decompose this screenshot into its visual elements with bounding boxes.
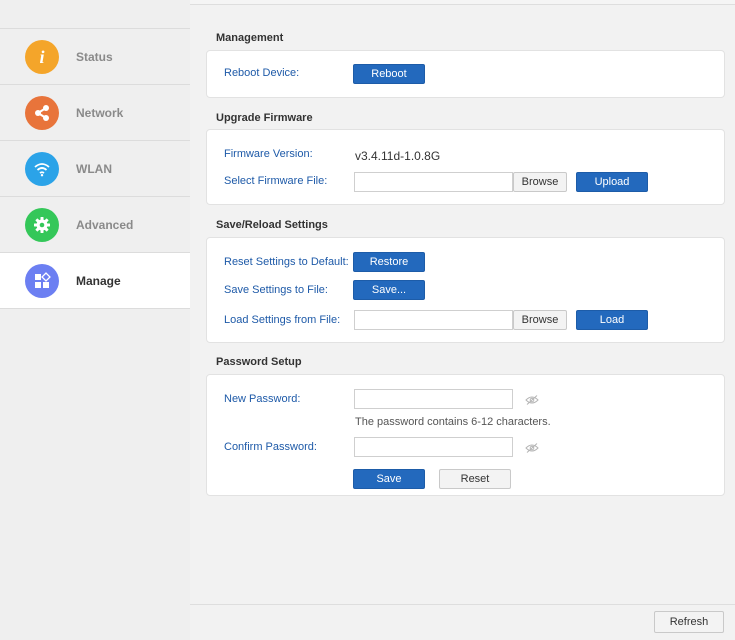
firmware-version-value: v3.4.11d-1.0.8G bbox=[355, 149, 441, 163]
sidebar-item-label: Status bbox=[76, 49, 113, 64]
sidebar-item-advanced[interactable]: Advanced bbox=[0, 197, 190, 253]
save-password-button[interactable]: Save bbox=[353, 469, 425, 489]
reset-password-button[interactable]: Reset bbox=[439, 469, 511, 489]
settings-card: Reset Settings to Default: Restore Save … bbox=[206, 237, 725, 343]
reset-settings-label: Reset Settings to Default: bbox=[224, 256, 349, 268]
refresh-button[interactable]: Refresh bbox=[654, 611, 724, 633]
share-icon bbox=[25, 95, 59, 130]
footer-divider bbox=[190, 604, 735, 605]
info-icon: i bbox=[25, 39, 59, 74]
reboot-device-label: Reboot Device: bbox=[224, 67, 300, 79]
sidebar: i Status Network WLAN Advanced Manage bbox=[0, 0, 190, 640]
load-button[interactable]: Load bbox=[576, 310, 648, 330]
section-title-save-reload: Save/Reload Settings bbox=[216, 219, 328, 231]
wifi-icon bbox=[25, 151, 59, 186]
top-bar bbox=[190, 0, 735, 5]
confirm-password-label: Confirm Password: bbox=[224, 441, 317, 453]
load-settings-label: Load Settings from File: bbox=[224, 314, 341, 326]
apps-icon bbox=[25, 263, 59, 298]
firmware-file-input[interactable] bbox=[354, 172, 513, 192]
svg-text:i: i bbox=[39, 48, 44, 66]
firmware-card: Firmware Version: v3.4.11d-1.0.8G Select… bbox=[206, 129, 725, 205]
sidebar-item-manage[interactable]: Manage bbox=[0, 253, 190, 309]
sidebar-item-label: Manage bbox=[76, 273, 121, 288]
firmware-browse-button[interactable]: Browse bbox=[513, 172, 567, 192]
confirm-password-input[interactable] bbox=[354, 437, 513, 457]
save-settings-button[interactable]: Save... bbox=[353, 280, 425, 300]
eye-slash-icon[interactable] bbox=[525, 395, 539, 405]
settings-browse-button[interactable]: Browse bbox=[513, 310, 567, 330]
gear-icon bbox=[25, 207, 59, 242]
sidebar-header bbox=[0, 0, 190, 29]
eye-slash-icon[interactable] bbox=[525, 443, 539, 453]
sidebar-item-label: WLAN bbox=[76, 161, 112, 176]
select-firmware-file-label: Select Firmware File: bbox=[224, 175, 328, 187]
sidebar-item-label: Advanced bbox=[76, 217, 134, 232]
main-content: Management Reboot Device: Reboot Upgrade… bbox=[190, 0, 735, 640]
upload-button[interactable]: Upload bbox=[576, 172, 648, 192]
settings-file-input[interactable] bbox=[354, 310, 513, 330]
new-password-input[interactable] bbox=[354, 389, 513, 409]
sidebar-item-label: Network bbox=[76, 105, 124, 120]
password-hint: The password contains 6-12 characters. bbox=[355, 416, 551, 428]
sidebar-item-network[interactable]: Network bbox=[0, 85, 190, 141]
new-password-label: New Password: bbox=[224, 393, 301, 405]
section-title-upgrade-firmware: Upgrade Firmware bbox=[216, 112, 313, 124]
firmware-version-label: Firmware Version: bbox=[224, 148, 313, 160]
sidebar-item-wlan[interactable]: WLAN bbox=[0, 141, 190, 197]
restore-button[interactable]: Restore bbox=[353, 252, 425, 272]
password-card: New Password: The password contains 6-12… bbox=[206, 374, 725, 496]
section-title-management: Management bbox=[216, 32, 284, 44]
sidebar-item-status[interactable]: i Status bbox=[0, 29, 190, 85]
save-settings-label: Save Settings to File: bbox=[224, 284, 328, 296]
reboot-button[interactable]: Reboot bbox=[353, 64, 425, 84]
management-card: Reboot Device: Reboot bbox=[206, 50, 725, 98]
section-title-password-setup: Password Setup bbox=[216, 356, 302, 368]
